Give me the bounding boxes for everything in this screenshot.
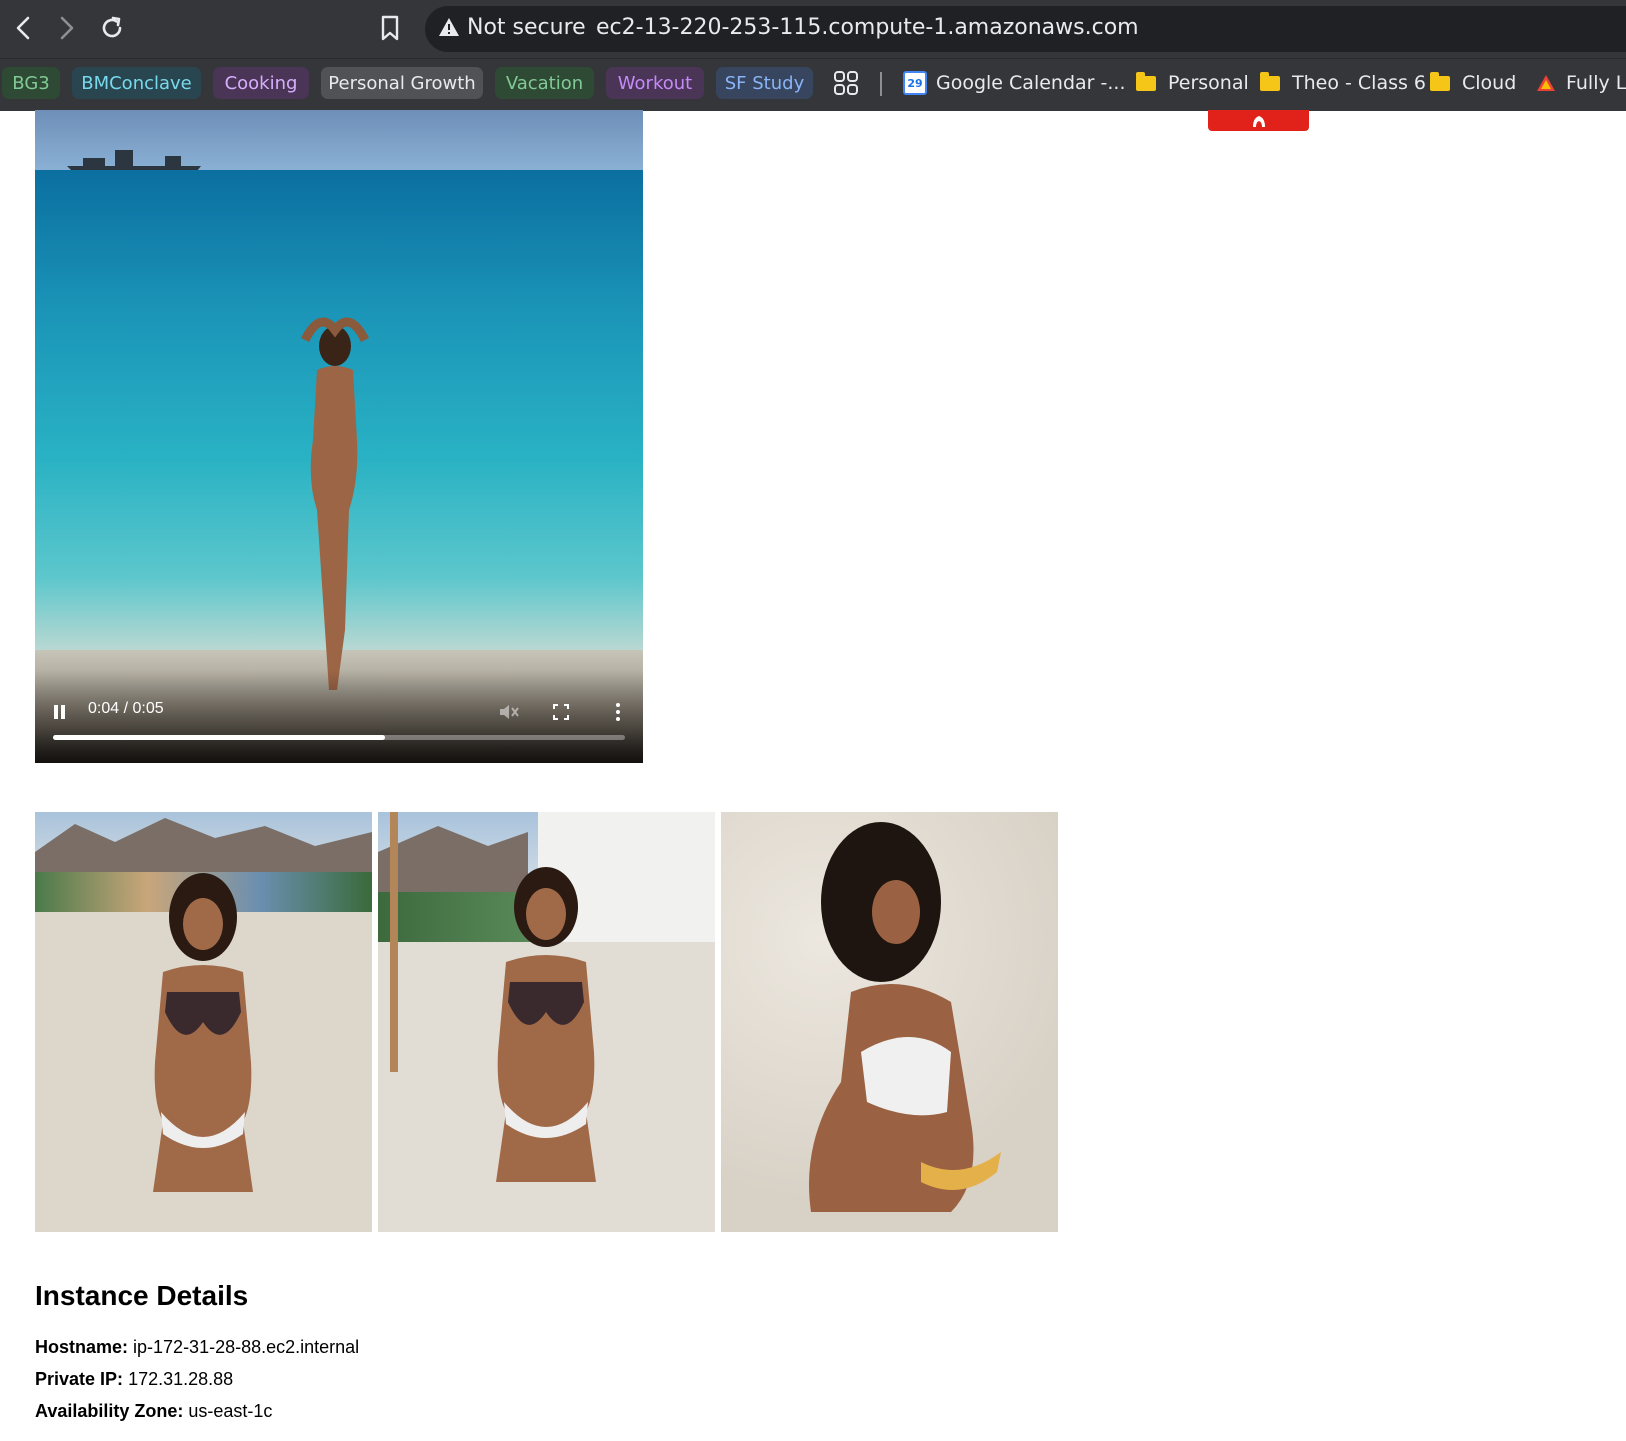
red-banner-tab[interactable]	[1208, 110, 1309, 131]
bookmark-icon	[381, 15, 399, 41]
video-figure	[300, 317, 370, 690]
more-options-icon[interactable]	[615, 702, 621, 722]
tab-group-vacation[interactable]: Vacation	[495, 67, 594, 99]
gallery-photo-3	[721, 812, 1058, 1232]
muted-icon[interactable]	[498, 702, 520, 722]
browser-toolbar: Not secure ec2-13-220-253-115.compute-1.…	[0, 0, 1626, 58]
pause-icon[interactable]	[53, 704, 67, 720]
video-progress-fill	[53, 735, 385, 740]
chevron-left-icon	[16, 16, 30, 40]
hostname-label: Hostname:	[35, 1337, 129, 1357]
flame-icon	[1253, 116, 1265, 127]
back-button[interactable]	[6, 10, 42, 46]
availability-zone-value: us-east-1c	[188, 1401, 273, 1421]
bookmark-label: Google Calendar -...	[936, 72, 1126, 94]
instance-details-heading: Instance Details	[35, 1280, 249, 1311]
fullscreen-icon[interactable]	[552, 703, 570, 721]
availability-zone-label: Availability Zone:	[35, 1401, 184, 1421]
red-triangle-icon	[1537, 75, 1555, 91]
tab-group-cooking[interactable]: Cooking	[213, 67, 309, 99]
folder-icon	[1136, 71, 1156, 91]
private-ip-value: 172.31.28.88	[128, 1369, 234, 1389]
bookmark-star-button[interactable]	[372, 10, 408, 46]
bookmarks-separator	[880, 72, 882, 96]
bookmark-label: Fully Liv	[1566, 72, 1626, 94]
hostname-row: Hostname: ip-172-31-28-88.ec2.internal	[35, 1337, 359, 1358]
bookmark-label: Personal	[1168, 72, 1249, 94]
bookmark-fully-liv[interactable]: Fully Liv	[1536, 67, 1626, 99]
bookmarks-bar: BG3 BMConclave Cooking Personal Growth V…	[0, 58, 1626, 111]
tab-group-sf-study[interactable]: SF Study	[716, 67, 813, 99]
private-ip-label: Private IP:	[35, 1369, 124, 1389]
gallery-photo-2	[378, 812, 715, 1232]
warning-icon[interactable]	[438, 17, 460, 37]
bookmark-folder-cloud[interactable]: Cloud	[1430, 67, 1516, 99]
hostname-value: ip-172-31-28-88.ec2.internal	[133, 1337, 360, 1357]
availability-zone-row: Availability Zone: us-east-1c	[35, 1401, 272, 1422]
bookmark-label: Theo - Class 6	[1292, 72, 1427, 94]
apps-grid-icon	[834, 71, 858, 95]
video-time: 0:04 / 0:05	[88, 700, 164, 717]
security-status[interactable]: Not secure	[467, 15, 586, 40]
reload-button[interactable]	[94, 10, 130, 46]
tab-group-bg3[interactable]: BG3	[2, 67, 60, 99]
folder-icon	[1430, 71, 1450, 91]
tab-group-personal-growth[interactable]: Personal Growth	[321, 67, 483, 99]
url-text[interactable]: ec2-13-220-253-115.compute-1.amazonaws.c…	[596, 15, 1139, 40]
chevron-right-icon	[60, 16, 74, 40]
tab-group-workout[interactable]: Workout	[606, 67, 704, 99]
video-player[interactable]: 0:04 / 0:05	[35, 110, 643, 763]
bookmark-folder-theo-class-6[interactable]: Theo - Class 6	[1260, 67, 1426, 99]
reload-icon	[102, 16, 122, 38]
google-calendar-icon: 29	[903, 71, 927, 95]
private-ip-row: Private IP: 172.31.28.88	[35, 1369, 233, 1390]
apps-button[interactable]	[832, 67, 860, 99]
bookmark-folder-personal[interactable]: Personal	[1136, 67, 1249, 99]
tab-group-bmconclave[interactable]: BMConclave	[72, 67, 201, 99]
bookmark-google-calendar[interactable]: 29 Google Calendar -...	[903, 67, 1126, 99]
gallery-photo-1	[35, 812, 372, 1232]
forward-button[interactable]	[48, 10, 84, 46]
bookmark-label: Cloud	[1462, 72, 1517, 94]
video-progress-track[interactable]	[53, 735, 625, 740]
folder-icon	[1260, 71, 1280, 91]
